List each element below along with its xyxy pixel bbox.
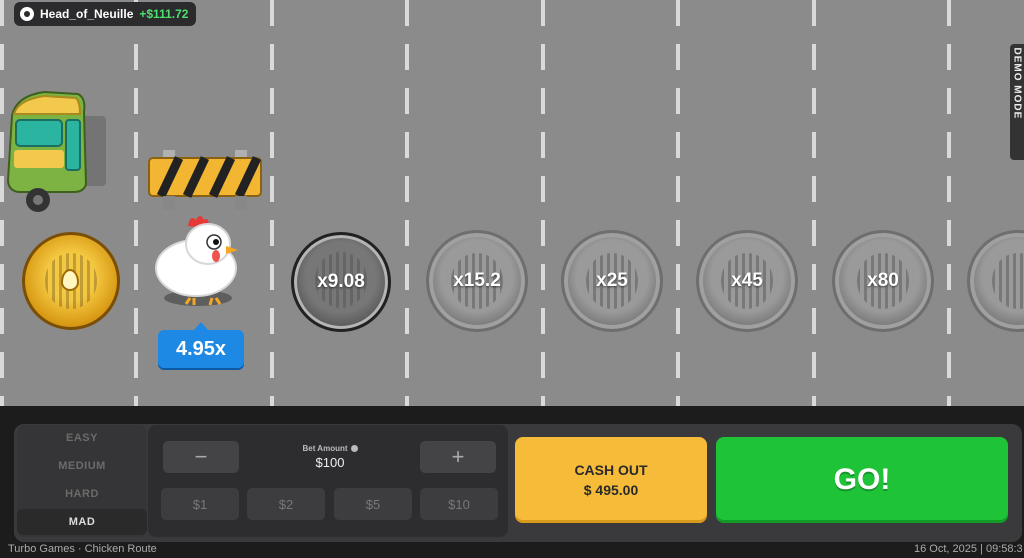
difficulty-mad[interactable]: MAD	[17, 509, 147, 535]
game-road: 4.95x x9.08 x15.2 x25 x45 x80 x15 DEMO M…	[0, 0, 1024, 406]
cash-out-button[interactable]: CASH OUT $ 495.00	[515, 437, 707, 523]
quick-bet-2[interactable]: $2	[247, 488, 325, 520]
quick-bet-10[interactable]: $10	[420, 488, 498, 520]
lane-coin: x45	[696, 230, 798, 332]
balance-change: +$111.72	[139, 7, 189, 21]
lane-multiplier: x25	[596, 270, 628, 291]
lane-multiplier: x45	[731, 270, 763, 291]
lane-divider	[134, 0, 138, 406]
lane-coin: x15	[967, 230, 1024, 332]
collected-coin	[22, 232, 120, 330]
lane-divider	[541, 0, 545, 406]
demo-mode-tab[interactable]: DEMO MODE	[1010, 44, 1024, 160]
decrease-bet-button[interactable]: −	[163, 441, 239, 473]
lane-multiplier: x9.08	[317, 271, 365, 292]
info-icon[interactable]	[350, 445, 358, 453]
lane-divider	[676, 0, 680, 406]
lane-coin-next[interactable]: x9.08	[291, 232, 391, 332]
difficulty-hard[interactable]: HARD	[17, 481, 147, 507]
tuk-tuk-vehicle	[6, 90, 106, 212]
difficulty-selector: EASY MEDIUM HARD MAD	[17, 425, 147, 537]
lane-coin: x15.2	[426, 230, 528, 332]
lane-coin: x25	[561, 230, 663, 332]
go-button[interactable]: GO!	[716, 437, 1008, 523]
bet-amount-label: Bet Amount	[248, 444, 412, 453]
chicken-player	[155, 216, 238, 306]
quick-bet-1[interactable]: $1	[161, 488, 239, 520]
cash-out-amount: $ 495.00	[583, 482, 639, 498]
difficulty-medium[interactable]: MEDIUM	[17, 453, 147, 479]
quick-bet-5[interactable]: $5	[334, 488, 412, 520]
current-multiplier-badge: 4.95x	[158, 322, 244, 368]
lane-multiplier: x15.2	[453, 270, 501, 291]
difficulty-easy[interactable]: EASY	[17, 425, 147, 451]
coin-grate	[992, 253, 1024, 309]
lane-multiplier: x80	[867, 270, 899, 291]
user-icon	[20, 7, 34, 21]
increase-bet-button[interactable]: +	[420, 441, 496, 473]
date-time: 16 Oct, 2025 | 09:58:3	[914, 543, 1023, 555]
game-brand: Turbo Games · Chicken Route	[8, 543, 157, 555]
username: Head_of_Neuille	[40, 7, 134, 21]
bet-amount-value[interactable]: $100	[248, 455, 412, 470]
cash-out-label: CASH OUT	[574, 462, 648, 478]
lane-divider	[270, 0, 274, 406]
demo-mode-label: DEMO MODE	[1011, 47, 1023, 120]
lane-divider	[812, 0, 816, 406]
lane-coin: x80	[832, 230, 934, 332]
road-barrier	[148, 150, 262, 210]
lane-divider	[947, 0, 951, 406]
lane-divider	[405, 0, 409, 406]
golden-egg-icon	[61, 269, 79, 291]
user-balance-badge: Head_of_Neuille +$111.72	[14, 2, 197, 26]
